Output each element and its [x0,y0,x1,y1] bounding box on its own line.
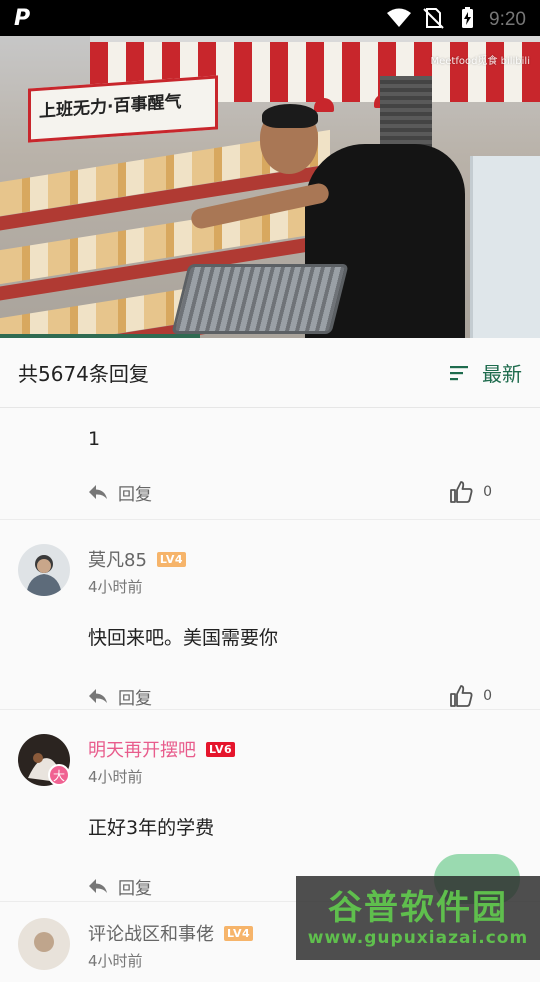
reply-arrow-icon [89,879,107,893]
sort-label: 最新 [482,362,522,386]
reply-label: 回复 [118,484,152,505]
status-bar: P 9:20 [0,0,540,36]
level-badge: LV4 [156,551,187,567]
avatar[interactable] [18,544,70,596]
comment-actions: 回复 0 [88,472,540,512]
thumbs-up-icon [450,481,473,503]
comment-time: 4小时前 [88,768,143,786]
person-hair [262,104,318,128]
like-button[interactable]: 0 [449,480,492,504]
battery-charging-icon [462,7,474,28]
sort-lines-icon [450,365,468,380]
comment-text: 快回来吧。美国需要你 [88,627,279,649]
app-logo: P [14,5,31,31]
level-badge: LV4 [224,925,254,941]
username[interactable]: 莫凡85 [88,546,147,572]
store-fridge [470,156,540,338]
video-player[interactable]: 上班无力·百事醒气 Meetfood觅食 bilibili [0,36,540,338]
video-watermark: Meetfood觅食 bilibili [430,56,530,67]
level-badge: LV6 [206,741,236,757]
clock: 9:20 [489,9,526,30]
reply-arrow-icon [89,689,107,703]
no-sim-icon [423,8,444,29]
reply-label: 回复 [118,878,152,899]
username[interactable]: 评论战区和事佬 [88,920,214,946]
comment-text: 正好3年的学费 [88,817,215,839]
reply-label: 回复 [118,688,152,709]
vip-badge: 大 [48,764,70,786]
wifi-icon [387,8,412,27]
site-watermark: 谷普软件园 www.gupuxiazai.com [296,876,540,960]
like-count: 0 [483,688,492,704]
comment-item: 莫凡85 LV4 4小时前 快回来吧。美国需要你 回复 0 [0,520,540,710]
comment-text: 1 [88,428,101,450]
reply-button[interactable]: 回复 [88,684,152,709]
site-watermark-url: www.gupuxiazai.com [307,928,529,948]
username[interactable]: 明天再开摆吧 [88,736,196,762]
reply-arrow-icon [89,485,107,499]
like-button[interactable]: 0 [449,684,492,708]
ceiling-lamp [314,98,334,112]
thumbs-up-icon [450,685,473,707]
like-count: 0 [483,484,492,500]
reply-button[interactable]: 回复 [88,874,152,899]
sort-button[interactable]: 最新 [448,358,522,387]
reply-count: 共5674条回复 [18,362,149,386]
reply-button[interactable]: 回复 [88,480,152,505]
reply-header: 共5674条回复 最新 [0,338,540,408]
avatar[interactable] [18,918,70,970]
comment-time: 4小时前 [88,578,143,596]
shelf-sign: 上班无力·百事醒气 [28,75,218,143]
shopping-basket [171,264,349,334]
site-watermark-title: 谷普软件园 [328,888,508,928]
comment-item: 1 回复 0 [0,408,540,520]
